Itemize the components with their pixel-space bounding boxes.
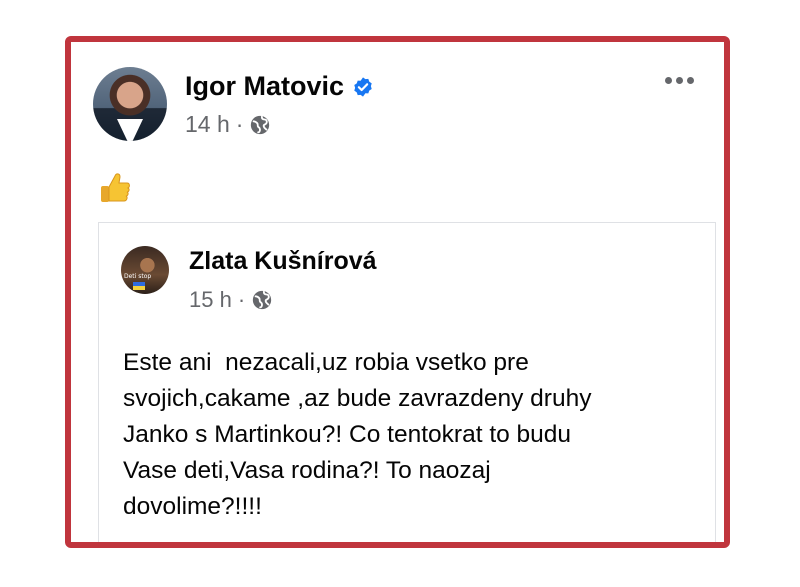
thumbs-up-emoji — [99, 170, 131, 204]
avatar-caption: Deti stop — [124, 273, 152, 280]
globe-icon — [251, 289, 273, 311]
post-card: Igor Matovic 14 h · Deti stop Zlata Kušn… — [65, 36, 730, 548]
meta-separator: · — [235, 111, 244, 137]
shared-post-meta: 15 h · — [189, 287, 273, 313]
shared-post-text: Este ani nezacali,uz robia vsetko pre sv… — [123, 349, 592, 520]
shared-post[interactable]: Deti stop Zlata Kušnírová 15 h · Este an… — [98, 222, 716, 542]
post-header: Igor Matovic 14 h · — [93, 67, 704, 147]
author-line: Igor Matovic — [185, 71, 374, 102]
meta-separator: · — [237, 287, 246, 312]
author-avatar[interactable] — [93, 67, 167, 141]
shared-author-name[interactable]: Zlata Kušnírová — [189, 247, 377, 276]
shared-author-avatar[interactable]: Deti stop — [121, 246, 169, 294]
post-meta: 14 h · — [185, 111, 271, 138]
shared-post-time[interactable]: 15 h — [189, 287, 232, 313]
author-name[interactable]: Igor Matovic — [185, 71, 344, 102]
more-options-icon[interactable] — [665, 77, 694, 84]
post-time[interactable]: 14 h — [185, 111, 230, 138]
verified-badge-icon — [352, 76, 374, 98]
globe-icon — [249, 114, 271, 136]
ukraine-flag-icon — [133, 282, 145, 290]
